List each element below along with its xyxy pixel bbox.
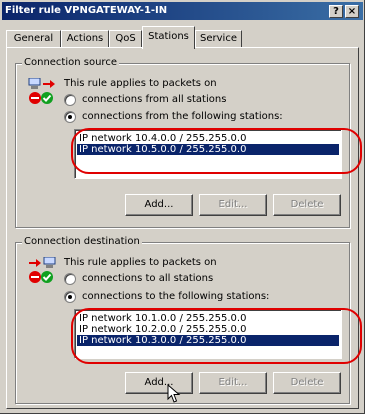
close-button[interactable]: × (345, 5, 359, 18)
help-button[interactable]: ? (329, 5, 343, 18)
network-outgoing-icon (28, 77, 56, 90)
destination-following-radio[interactable] (64, 291, 76, 303)
source-following-radio[interactable] (64, 111, 76, 123)
destination-add-button[interactable]: Add... (125, 372, 193, 394)
destination-delete-button[interactable]: Delete (273, 372, 341, 394)
mouse-pointer-icon (167, 383, 181, 404)
destination-edit-button[interactable]: Edit... (199, 372, 267, 394)
destination-following-label[interactable]: connections to the following stations: (82, 291, 269, 302)
source-all-radio[interactable] (64, 94, 76, 106)
source-edit-button[interactable]: Edit... (199, 194, 267, 216)
connection-destination-label: Connection destination (22, 236, 142, 247)
source-delete-button[interactable]: Delete (273, 194, 341, 216)
source-all-label[interactable]: connections from all stations (82, 94, 226, 105)
deny-allow-icon (28, 270, 56, 284)
title-bar: Filter rule VPNGATEWAY-1-IN ? × (2, 2, 363, 20)
destination-highlight-ring (71, 308, 362, 364)
tab-actions[interactable]: Actions (61, 30, 109, 48)
destination-all-radio[interactable] (64, 273, 76, 285)
filter-rule-dialog: Filter rule VPNGATEWAY-1-IN ? × General … (0, 0, 365, 414)
source-highlight-ring (71, 128, 362, 174)
source-following-label[interactable]: connections from the following stations: (82, 111, 283, 122)
deny-allow-icon (28, 91, 56, 105)
tab-general[interactable]: General (6, 30, 61, 48)
destination-applies-text: This rule applies to packets on (64, 257, 217, 268)
stations-panel: Connection source This rule applies to p (6, 47, 362, 409)
network-incoming-icon (28, 256, 56, 269)
tab-stations[interactable]: Stations (142, 26, 195, 49)
window-title: Filter rule VPNGATEWAY-1-IN (5, 5, 168, 16)
tab-service[interactable]: Service (195, 30, 242, 48)
connection-source-label: Connection source (22, 57, 119, 68)
destination-all-label[interactable]: connections to all stations (82, 273, 213, 284)
tab-qos[interactable]: QoS (109, 30, 142, 48)
source-applies-text: This rule applies to packets on (64, 78, 217, 89)
source-add-button[interactable]: Add... (125, 194, 193, 216)
